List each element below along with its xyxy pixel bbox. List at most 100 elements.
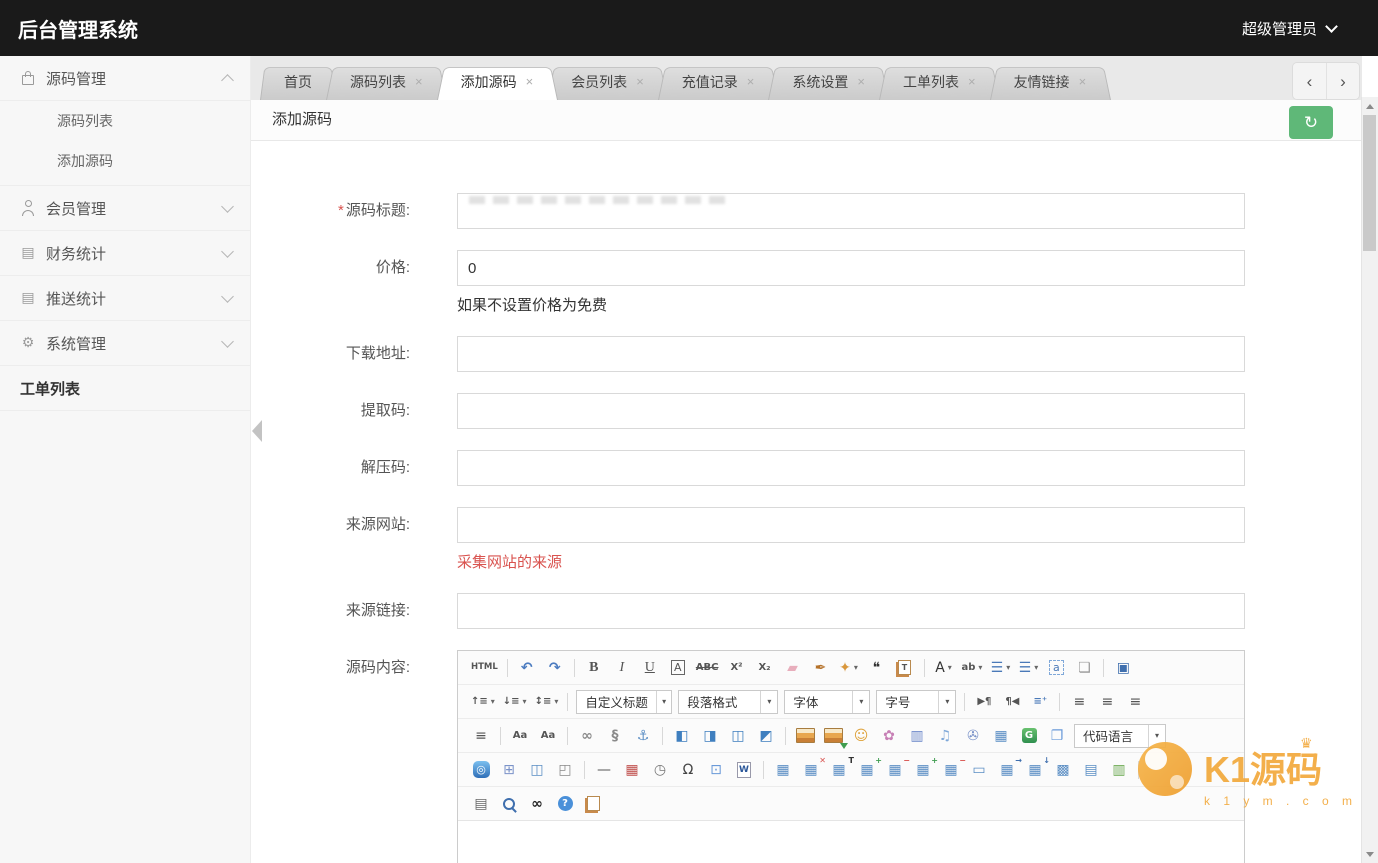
font-color-icon[interactable]: A▾ [931,656,957,680]
superscript-icon[interactable]: X² [724,656,750,680]
paragraph-format-select[interactable]: 段落格式▾ [678,690,778,714]
source-link-input[interactable] [457,593,1245,629]
help-icon[interactable]: ? [552,792,578,816]
split-cells-icon[interactable]: ▩ [1050,758,1076,782]
scrollbar-down-arrow-icon[interactable] [1362,847,1378,861]
fullscreen-icon[interactable]: ▣ [1110,656,1136,680]
to-uppercase-icon[interactable]: Aa [507,724,533,748]
merge-cells-icon[interactable]: ▭ [966,758,992,782]
scrawl-icon[interactable]: ✿ [876,724,902,748]
sidebar-collapse-handle[interactable] [252,420,262,442]
blockquote-icon[interactable]: ❝ [864,656,890,680]
tabs-scroll-next-button[interactable]: › [1326,63,1359,99]
image-center-icon[interactable]: ◫ [725,724,751,748]
format-brush-icon[interactable]: ✒ [808,656,834,680]
align-left-icon[interactable]: ≡ [1066,690,1092,714]
table-title-icon[interactable]: ▦T [826,758,852,782]
source-code-icon[interactable]: HTML [468,656,501,680]
tab-recharge-records[interactable]: 充值记录× [658,63,779,100]
insert-table-icon[interactable]: ▦ [770,758,796,782]
custom-title-select[interactable]: 自定义标题▾ [576,690,672,714]
print-icon[interactable]: ▤ [468,792,494,816]
font-family-select[interactable]: 字体▾ [784,690,870,714]
extract-code-input[interactable] [457,393,1245,429]
unordered-list-icon[interactable]: ☰▾ [1015,656,1041,680]
anchor-icon[interactable]: ⚓ [630,724,656,748]
code-language-select[interactable]: 代码语言▾ [1074,724,1166,748]
align-center-icon[interactable]: ≡ [1094,690,1120,714]
tab-close-icon[interactable]: × [1079,75,1087,88]
sidebar-item-source-manage[interactable]: 源码管理 [0,56,250,101]
image-inline-icon[interactable]: ◩ [753,724,779,748]
font-size-select[interactable]: 字号▾ [876,690,956,714]
split-cols-icon[interactable]: ▥ [1106,758,1132,782]
snapshot-icon[interactable]: ▦ [988,724,1014,748]
paste-icon[interactable] [580,792,606,816]
merge-down-icon[interactable]: ▦↓ [1022,758,1048,782]
scrollbar-up-arrow-icon[interactable] [1362,99,1378,113]
horizontal-rule-icon[interactable]: — [591,758,617,782]
italic-icon[interactable]: I [609,656,635,680]
eraser-icon[interactable]: ▰ [780,656,806,680]
editor-content-area[interactable] [458,820,1244,863]
attachment-icon[interactable]: ✇ [960,724,986,748]
new-page-icon[interactable]: ❏ [1071,656,1097,680]
tab-close-icon[interactable]: × [968,75,976,88]
strikethrough-icon[interactable]: ABC [693,656,722,680]
insert-frame-icon[interactable]: ❐ [1044,724,1070,748]
to-lowercase-icon[interactable]: Aa [535,724,561,748]
emotion-icon[interactable]: ☺ [848,724,874,748]
tabs-scroll-prev-button[interactable]: ‹ [1293,63,1326,99]
delete-table-icon[interactable]: ▦✕ [798,758,824,782]
sidebar-item-push-stats[interactable]: ▤推送统计 [0,276,250,321]
align-right-icon[interactable]: ≡ [1122,690,1148,714]
screenshot-icon[interactable]: ◰ [552,758,578,782]
video-icon[interactable]: ▥ [904,724,930,748]
auto-typeset-icon[interactable]: ≡⁺ [1027,690,1053,714]
sidebar-item-member-manage[interactable]: 会员管理 [0,186,250,231]
unlink-icon[interactable]: § [602,724,628,748]
tab-system-settings[interactable]: 系统设置× [768,63,889,100]
scrollbar-thumb[interactable] [1363,115,1376,251]
tab-close-icon[interactable]: × [857,75,865,88]
tab-close-icon[interactable]: × [747,75,755,88]
layout-columns-icon[interactable]: ◫ [524,758,550,782]
link-icon[interactable]: ∞ [574,724,600,748]
paragraph-spacing-bottom-icon[interactable]: ↓≡▾ [500,690,530,714]
refresh-button[interactable]: ↻ [1289,106,1333,139]
special-char-icon[interactable]: Ω [675,758,701,782]
preview-icon[interactable] [496,792,522,816]
tab-member-list[interactable]: 会员列表× [547,63,668,100]
redo-icon[interactable]: ↷ [542,656,568,680]
underline-icon[interactable]: U [637,656,663,680]
preview-window-icon[interactable]: ⊡ [703,758,729,782]
baidu-app-icon[interactable]: ◎ [468,758,494,782]
music-icon[interactable]: ♫ [932,724,958,748]
tab-close-icon[interactable]: × [636,75,644,88]
tab-close-icon[interactable]: × [415,75,423,88]
tab-work-order-list[interactable]: 工单列表× [879,63,1000,100]
tab-home[interactable]: 首页 [260,63,336,100]
ordered-list-icon[interactable]: ☰▾ [987,656,1013,680]
line-height-icon[interactable]: ↕≡▾ [532,690,562,714]
tab-source-list[interactable]: 源码列表× [326,63,447,100]
source-site-input[interactable] [457,507,1245,543]
sidebar-item-finance-stats[interactable]: ▤财务统计 [0,231,250,276]
indent-icon[interactable]: ▶¶ [971,690,997,714]
tab-add-source[interactable]: 添加源码× [437,63,558,100]
delete-col-icon[interactable]: ▦− [938,758,964,782]
map-icon[interactable]: G [1016,724,1042,748]
align-justify-icon[interactable]: ≡ [468,724,494,748]
title-input[interactable] [457,193,1245,229]
upload-image-icon[interactable] [820,724,846,748]
download-url-input[interactable] [457,336,1245,372]
word-import-icon[interactable]: W [731,758,757,782]
merge-right-icon[interactable]: ▦→ [994,758,1020,782]
auto-clean-icon[interactable]: ✦▾ [836,656,862,680]
paragraph-spacing-top-icon[interactable]: ↑≡▾ [468,690,498,714]
search-replace-icon[interactable]: ∞ [524,792,550,816]
bold-icon[interactable]: B [581,656,607,680]
sidebar-subitem-add-source[interactable]: 添加源码 [0,141,250,181]
undo-icon[interactable]: ↶ [514,656,540,680]
sidebar-item-work-order-list[interactable]: 工单列表 [0,366,250,411]
